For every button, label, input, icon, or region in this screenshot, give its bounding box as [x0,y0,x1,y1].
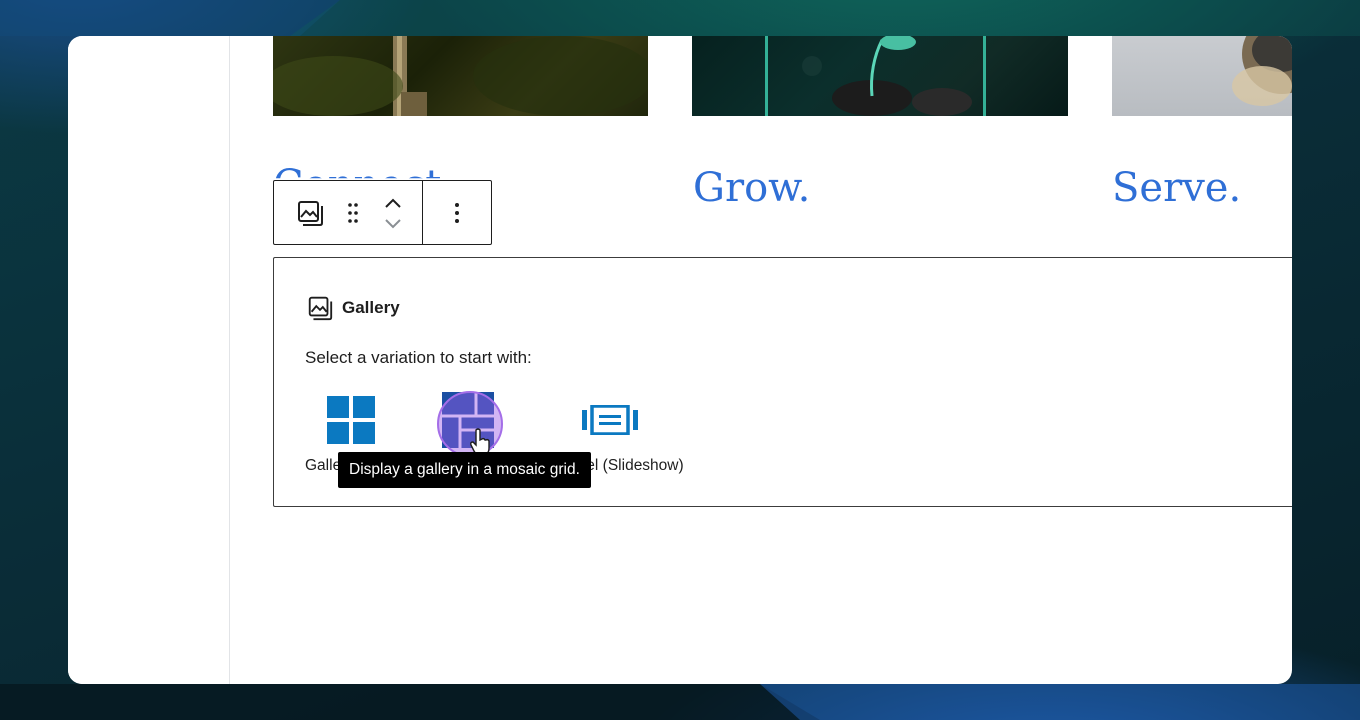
mosaic-icon [440,392,496,448]
chevron-down-icon[interactable] [383,216,403,230]
more-options-button[interactable] [423,181,491,244]
block-type-button[interactable] [274,181,342,244]
grid-icon [323,392,379,448]
serve-photo [1232,36,1292,106]
placeholder-instructions: Select a variation to start with: [305,348,532,367]
editor-sidebar-gutter [68,36,230,684]
placeholder-label: Gallery [306,294,400,322]
drag-handle-icon [348,202,358,223]
key-photo [273,36,648,116]
gallery-icon [298,200,323,226]
column-heading-serve[interactable]: Serve. [1112,160,1241,216]
variation-label: Gallery (Grid) [305,457,339,474]
variation-mosaic[interactable] [422,392,514,448]
block-toolbar [273,180,492,245]
sprout-photo [765,36,986,116]
column-heading-grow[interactable]: Grow. [693,160,810,216]
column-image-connect[interactable] [273,36,648,116]
gallery-icon [306,294,334,322]
drag-handle[interactable] [342,181,364,244]
column-image-serve[interactable] [1112,36,1292,116]
chevron-up-icon[interactable] [383,196,403,210]
placeholder-title: Gallery [342,298,400,317]
slideshow-icon [580,392,640,448]
editor-window: Connect. Grow. Serve. [68,36,1292,684]
more-vertical-icon [455,202,459,223]
column-image-grow[interactable] [692,36,1068,116]
block-mover [364,181,422,244]
gallery-block-placeholder: Gallery Select a variation to start with… [273,257,1292,507]
tooltip: Display a gallery in a mosaic grid. [338,452,591,488]
